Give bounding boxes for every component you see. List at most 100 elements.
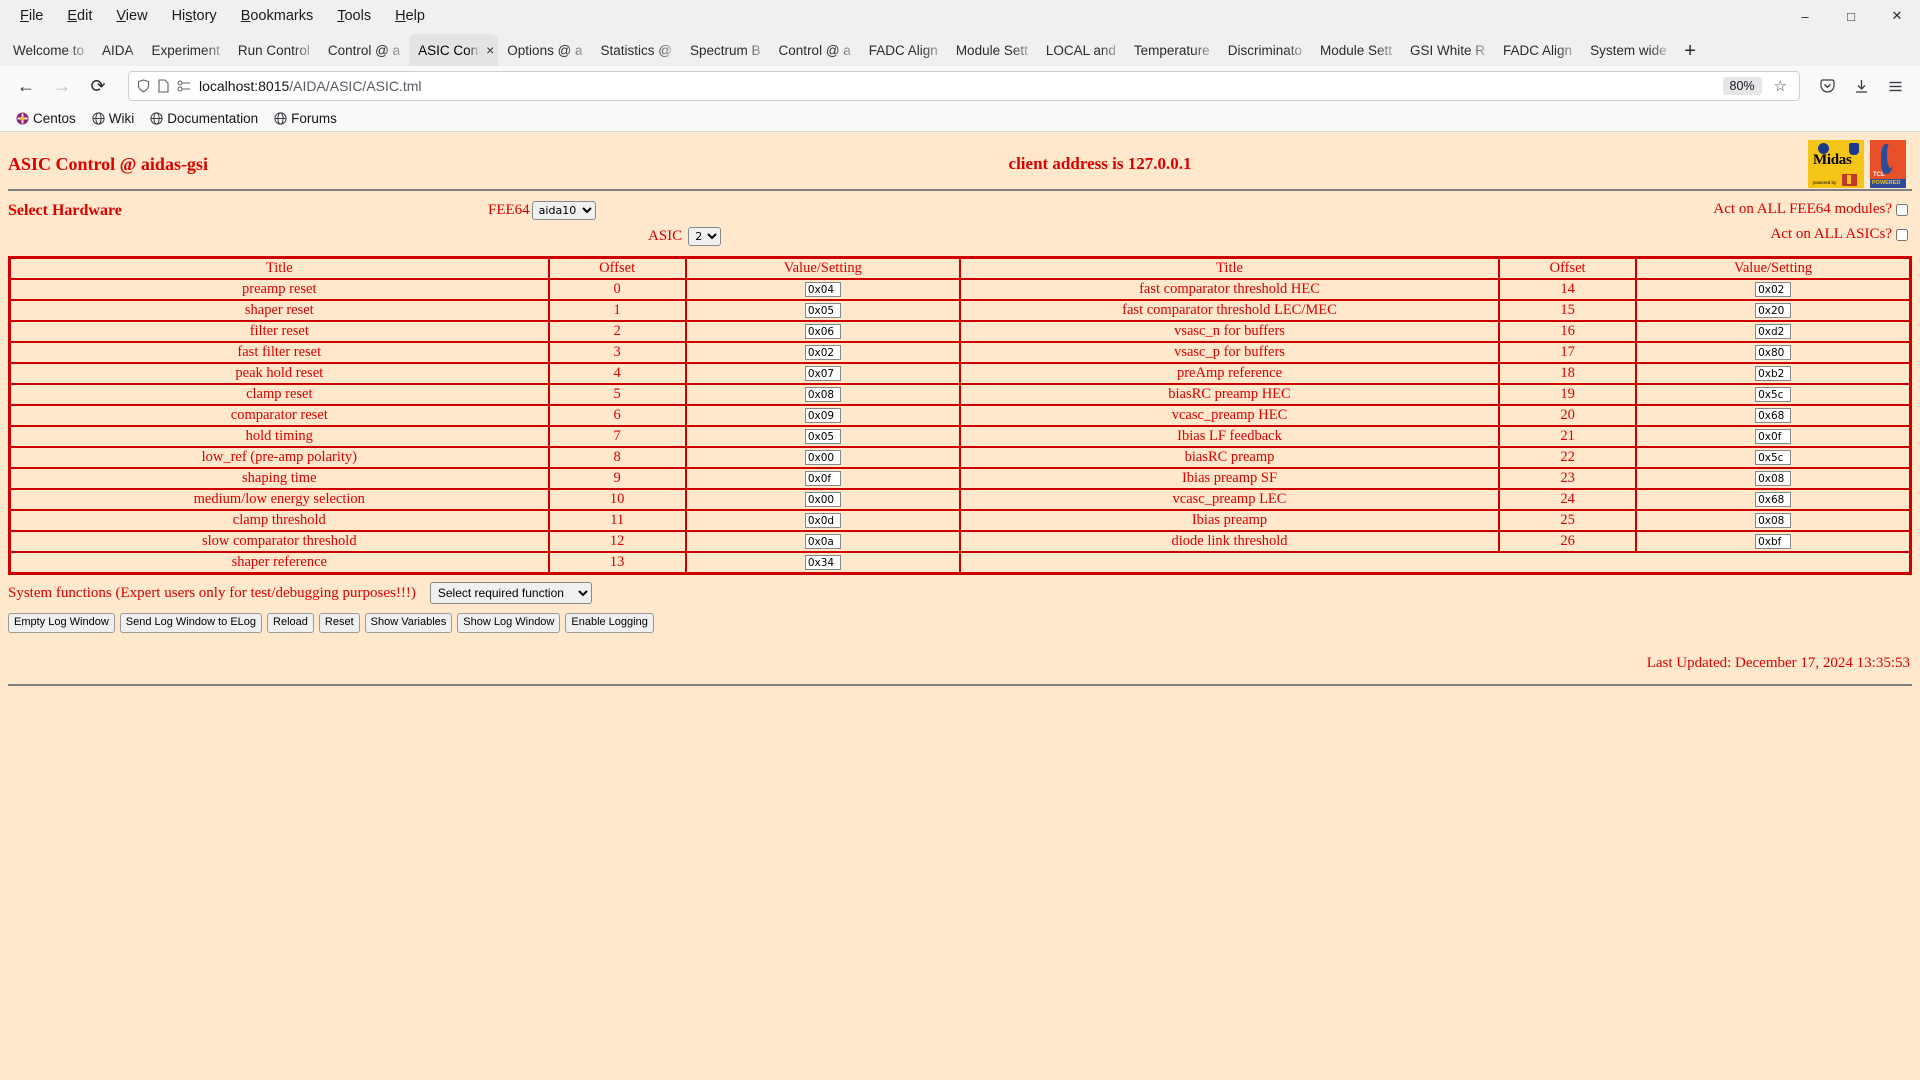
col-offset-right: Offset <box>1498 256 1638 280</box>
downloads-icon[interactable] <box>1846 71 1876 101</box>
bookmark-forums[interactable]: Forums <box>268 109 343 128</box>
value-input[interactable] <box>804 513 841 529</box>
value-input[interactable] <box>1755 303 1792 319</box>
browser-tab-4[interactable]: Control @ a <box>319 34 409 66</box>
browser-tab-9[interactable]: Control @ a <box>770 34 860 66</box>
maximize-icon[interactable]: □ <box>1828 0 1874 32</box>
pocket-icon[interactable] <box>1812 71 1842 101</box>
zoom-level-badge[interactable]: 80% <box>1722 77 1762 95</box>
value-input[interactable] <box>1755 282 1792 298</box>
tab-label: Options @ a <box>507 42 583 58</box>
cell-value-right <box>1635 446 1912 469</box>
tab-label: Statistics @ <box>600 42 673 58</box>
menu-tools[interactable]: Tools <box>325 4 383 28</box>
value-input[interactable] <box>804 366 841 382</box>
minimize-icon[interactable]: – <box>1782 0 1828 32</box>
reload-icon[interactable]: ⟳ <box>82 70 114 102</box>
fee64-group: FEE64 aida10 <box>488 201 596 220</box>
menu-bookmarks[interactable]: Bookmarks <box>229 4 326 28</box>
value-input[interactable] <box>1755 408 1792 424</box>
value-input[interactable] <box>804 408 841 424</box>
value-input[interactable] <box>804 492 841 508</box>
menu-file[interactable]: File <box>8 4 55 28</box>
browser-tab-14[interactable]: Discriminato <box>1219 34 1311 66</box>
browser-tab-13[interactable]: Temperature <box>1125 34 1219 66</box>
browser-tab-6[interactable]: Options @ a <box>498 34 591 66</box>
value-input[interactable] <box>1755 345 1792 361</box>
close-icon[interactable]: ✕ <box>1874 0 1920 32</box>
menu-history[interactable]: History <box>160 4 229 28</box>
value-input[interactable] <box>804 303 841 319</box>
url-bar[interactable]: localhost:8015/AIDA/ASIC/ASIC.tml 80% ☆ <box>128 71 1800 101</box>
value-input[interactable] <box>1755 534 1792 550</box>
value-input[interactable] <box>804 534 841 550</box>
browser-tab-1[interactable]: AIDA <box>93 34 143 66</box>
bookmark-wiki[interactable]: Wiki <box>86 109 141 128</box>
show-variables-button[interactable]: Show Variables <box>364 613 453 633</box>
value-input[interactable] <box>1755 513 1792 529</box>
cell-title-left: preamp reset <box>8 278 550 301</box>
show-log-window-button[interactable]: Show Log Window <box>457 613 561 633</box>
value-input[interactable] <box>804 555 841 571</box>
value-input[interactable] <box>804 429 841 445</box>
browser-tab-15[interactable]: Module Sett <box>1311 34 1401 66</box>
value-input[interactable] <box>1755 366 1792 382</box>
value-input[interactable] <box>1755 471 1792 487</box>
hamburger-menu-icon[interactable] <box>1880 71 1910 101</box>
menu-view[interactable]: View <box>104 4 159 28</box>
act-all-asics-checkbox[interactable] <box>1896 228 1908 241</box>
forward-icon[interactable]: → <box>46 70 78 102</box>
value-input[interactable] <box>804 450 841 466</box>
browser-tab-18[interactable]: System wide <box>1581 34 1675 66</box>
menu-help[interactable]: Help <box>383 4 437 28</box>
value-input[interactable] <box>804 387 841 403</box>
table-row: shaper reference 13 <box>8 551 1912 575</box>
asic-select[interactable]: 2 <box>688 226 722 246</box>
browser-tab-16[interactable]: GSI White R <box>1401 34 1494 66</box>
empty-log-window-button[interactable]: Empty Log Window <box>8 613 115 633</box>
back-icon[interactable]: ← <box>10 70 42 102</box>
value-input[interactable] <box>804 282 841 298</box>
fee64-select[interactable]: aida10 <box>531 201 596 220</box>
tab-close-icon[interactable]: × <box>486 42 494 58</box>
cell-offset-right: 24 <box>1498 488 1638 511</box>
value-input[interactable] <box>804 471 841 487</box>
reload-button[interactable]: Reload <box>267 613 314 633</box>
act-all-fee64-checkbox[interactable] <box>1896 203 1908 216</box>
bookmark-star-icon[interactable]: ☆ <box>1770 77 1791 95</box>
globe-icon <box>150 112 163 125</box>
browser-tab-0[interactable]: Welcome to <box>4 34 93 66</box>
enable-logging-button[interactable]: Enable Logging <box>565 613 654 633</box>
cell-value-left <box>684 425 961 448</box>
browser-tab-11[interactable]: Module Sett <box>947 34 1037 66</box>
value-input[interactable] <box>804 345 841 361</box>
bookmark-documentation[interactable]: Documentation <box>144 109 264 128</box>
browser-tab-12[interactable]: LOCAL and <box>1037 34 1125 66</box>
navigation-bar: ← → ⟳ localhost:8015/AIDA/ASIC/ASIC.tml … <box>0 66 1920 106</box>
cell-offset-right: 14 <box>1498 278 1638 301</box>
browser-tab-8[interactable]: Spectrum B <box>681 34 770 66</box>
browser-window: File Edit View History Bookmarks Tools H… <box>0 0 1920 1080</box>
bookmark-centos[interactable]: Centos <box>10 109 82 128</box>
url-text[interactable]: localhost:8015/AIDA/ASIC/ASIC.tml <box>199 78 1715 94</box>
value-input[interactable] <box>804 324 841 340</box>
browser-tab-10[interactable]: FADC Align <box>860 34 947 66</box>
page-title: ASIC Control @ aidas-gsi <box>8 154 208 174</box>
value-input[interactable] <box>1755 387 1792 403</box>
col-offset-left: Offset <box>547 256 687 280</box>
send-log-window-to-elog-button[interactable]: Send Log Window to ELog <box>119 613 263 633</box>
value-input[interactable] <box>1755 450 1792 466</box>
new-tab-button[interactable]: + <box>1675 36 1705 66</box>
value-input[interactable] <box>1755 429 1792 445</box>
browser-tab-3[interactable]: Run Control <box>229 34 319 66</box>
browser-tab-7[interactable]: Statistics @ <box>592 34 681 66</box>
browser-tab-active[interactable]: ASIC Cont × <box>409 34 499 66</box>
browser-tab-2[interactable]: Experiment <box>143 34 229 66</box>
value-input[interactable] <box>1755 492 1792 508</box>
value-input[interactable] <box>1755 324 1792 340</box>
system-function-select[interactable]: Select required function <box>429 582 592 604</box>
menu-edit[interactable]: Edit <box>55 4 104 28</box>
permissions-icon[interactable] <box>177 80 191 92</box>
reset-button[interactable]: Reset <box>318 613 360 633</box>
browser-tab-17[interactable]: FADC Align <box>1494 34 1581 66</box>
